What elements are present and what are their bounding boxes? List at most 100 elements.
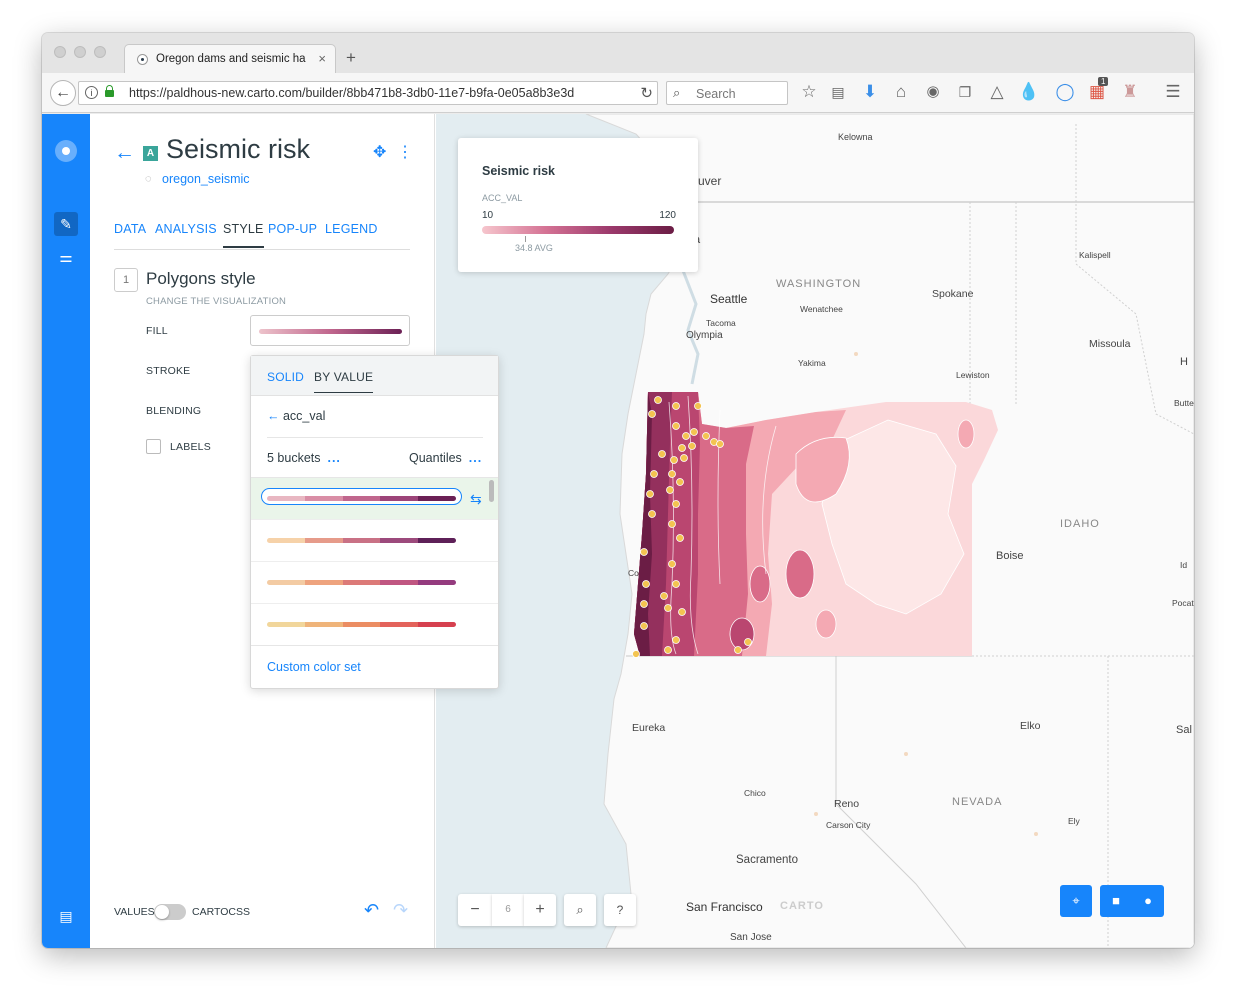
ramp-swatch bbox=[342, 622, 381, 627]
place-label: Boise bbox=[996, 550, 1024, 562]
home-icon[interactable]: ⌂ bbox=[890, 82, 912, 102]
labels-checkbox[interactable] bbox=[146, 439, 161, 454]
section-title: Polygons style bbox=[146, 269, 256, 288]
undo-icon[interactable]: ↶ bbox=[364, 900, 379, 921]
reverse-ramp-icon[interactable]: ⇆ bbox=[470, 491, 482, 508]
droplet-icon[interactable]: 💧 bbox=[1018, 82, 1040, 102]
ramp-swatch bbox=[380, 538, 419, 543]
address-bar[interactable]: i https://paldhous-new.carto.com/builder… bbox=[78, 81, 658, 105]
place-label: San Jose bbox=[730, 932, 772, 943]
tab-popup[interactable]: POP-UP bbox=[268, 222, 317, 236]
fill-label: FILL bbox=[146, 325, 168, 337]
ramp-swatch bbox=[418, 496, 456, 501]
ramp-swatch bbox=[342, 496, 381, 501]
reading-list-icon[interactable]: ▤ bbox=[827, 84, 849, 101]
ramp-swatch bbox=[267, 538, 305, 543]
zoom-out-button[interactable]: − bbox=[458, 894, 492, 926]
point-tool-icon[interactable]: ● bbox=[1132, 885, 1164, 917]
place-label: Tacoma bbox=[706, 318, 736, 328]
place-label: Sacramento bbox=[736, 854, 799, 866]
cartocss-label: CARTOCSS bbox=[192, 906, 250, 918]
polygon-tool-icon[interactable]: ■ bbox=[1100, 885, 1132, 917]
help-button[interactable]: ? bbox=[604, 894, 636, 926]
url-text: https://paldhous-new.carto.com/builder/8… bbox=[129, 86, 575, 100]
place-label: Eureka bbox=[632, 722, 666, 734]
download-icon[interactable]: ⬇ bbox=[859, 82, 881, 102]
ring-icon[interactable]: ◯ bbox=[1054, 82, 1076, 102]
left-rail: ✎ ⚌ ▤ bbox=[42, 114, 90, 948]
browser-tab[interactable]: Oregon dams and seismic ha × bbox=[124, 44, 336, 74]
tab-style[interactable]: STYLE bbox=[223, 222, 264, 248]
layer-badge: A bbox=[143, 146, 158, 161]
edit-pencil-icon[interactable]: ✎ bbox=[54, 212, 78, 236]
fill-color-picker[interactable] bbox=[250, 315, 410, 346]
place-label: Wenatchee bbox=[800, 304, 843, 314]
close-window-button[interactable] bbox=[54, 46, 66, 58]
dataset-link[interactable]: oregon_seismic bbox=[162, 172, 250, 186]
drive-icon[interactable]: △ bbox=[986, 82, 1008, 102]
tab-data[interactable]: DATA bbox=[114, 222, 146, 236]
zoom-in-button[interactable]: + bbox=[524, 894, 556, 926]
more-options-icon[interactable]: ⋮ bbox=[397, 142, 413, 162]
tab-legend[interactable]: LEGEND bbox=[325, 222, 378, 236]
ramp-option[interactable] bbox=[251, 562, 498, 604]
tab-by-value[interactable]: BY VALUE bbox=[314, 370, 374, 393]
cartocss-toggle[interactable] bbox=[154, 904, 186, 920]
pocket-icon[interactable]: ◉ bbox=[922, 82, 944, 100]
add-geometry-icon[interactable]: ⌖ bbox=[1060, 885, 1092, 917]
tab-close-icon[interactable]: × bbox=[318, 51, 326, 66]
buckets-selector[interactable]: 5 buckets ... bbox=[267, 451, 341, 465]
map-legend: Seismic risk ACC_VAL 10 120 34.8 AVG bbox=[458, 138, 698, 272]
chat-icon[interactable]: ▤ bbox=[56, 908, 76, 924]
zoom-window-button[interactable] bbox=[94, 46, 106, 58]
legend-avg: 34.8 AVG bbox=[515, 243, 553, 253]
browser-window: Oregon dams and seismic ha × + ← i https… bbox=[42, 33, 1194, 948]
map-search-button[interactable]: ⌕ bbox=[564, 894, 596, 926]
ramp-option[interactable] bbox=[251, 520, 498, 562]
layer-title[interactable]: Seismic risk bbox=[166, 134, 310, 165]
place-label: Pocat bbox=[1172, 598, 1194, 608]
tab-solid[interactable]: SOLID bbox=[267, 370, 304, 384]
ramp-swatch bbox=[267, 622, 305, 627]
title-bar: Oregon dams and seismic ha × + bbox=[42, 33, 1194, 74]
ramp-option[interactable] bbox=[251, 604, 498, 646]
back-button[interactable]: ← bbox=[50, 80, 76, 106]
region-label: WASHINGTON bbox=[776, 278, 862, 290]
menu-icon[interactable]: ☰ bbox=[1162, 82, 1184, 102]
place-label: Chico bbox=[744, 788, 766, 798]
settings-sliders-icon[interactable]: ⚌ bbox=[54, 246, 78, 270]
zoom-level: 6 bbox=[492, 894, 524, 926]
tab-analysis[interactable]: ANALYSIS bbox=[155, 222, 217, 236]
carto-logo-icon[interactable] bbox=[55, 140, 77, 162]
place-label: Sal bbox=[1176, 724, 1192, 736]
buckets-more-icon[interactable]: ... bbox=[327, 451, 340, 465]
ramp-list-scrollbar[interactable] bbox=[489, 480, 494, 502]
ramp-swatches bbox=[267, 580, 456, 585]
redo-icon[interactable]: ↷ bbox=[393, 900, 408, 921]
minimize-window-button[interactable] bbox=[74, 46, 86, 58]
ramp-swatch bbox=[380, 622, 419, 627]
divider bbox=[267, 437, 483, 438]
back-arrow-icon: ← bbox=[267, 409, 283, 423]
extension-icon[interactable]: ♜ bbox=[1119, 82, 1141, 102]
popup-tabs: SOLID BY VALUE bbox=[251, 356, 498, 396]
carto-favicon-icon bbox=[137, 54, 148, 65]
method-selector[interactable]: Quantiles ... bbox=[409, 451, 482, 465]
method-more-icon[interactable]: ... bbox=[469, 451, 482, 465]
reload-icon[interactable]: ↻ bbox=[640, 84, 653, 102]
ramp-option-selected[interactable]: ⇆ bbox=[251, 478, 498, 520]
ramp-swatch bbox=[418, 580, 456, 585]
zoom-to-layer-icon[interactable]: ✥ bbox=[373, 142, 386, 162]
stroke-label: STROKE bbox=[146, 365, 191, 377]
legend-title: Seismic risk bbox=[482, 164, 555, 178]
notification-badge: 1 bbox=[1098, 77, 1109, 86]
custom-color-set-link[interactable]: Custom color set bbox=[267, 660, 361, 674]
new-tab-button[interactable]: + bbox=[346, 48, 356, 68]
bookmark-star-icon[interactable]: ☆ bbox=[798, 82, 820, 102]
field-back-link[interactable]: ← acc_val bbox=[267, 409, 325, 423]
back-arrow-icon[interactable]: ← bbox=[114, 141, 135, 165]
info-icon[interactable]: i bbox=[85, 86, 98, 99]
copy-icon[interactable]: ❐ bbox=[954, 84, 976, 101]
place-label: Olympia bbox=[686, 330, 723, 341]
search-input[interactable]: ⌕ Search bbox=[666, 81, 788, 105]
